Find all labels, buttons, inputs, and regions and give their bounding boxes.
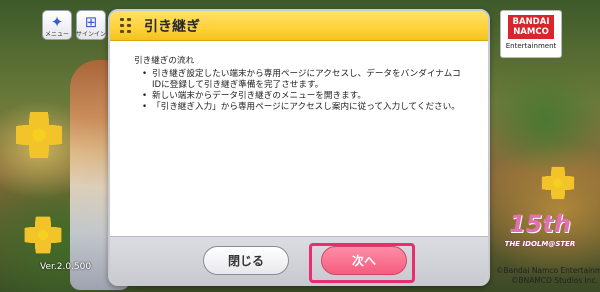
logo-line-1: BANDAI	[512, 17, 550, 27]
dialog-body: 引き継ぎの流れ 引き継ぎ設定したい端末から専用ページにアクセスし、データをバンダ…	[110, 42, 488, 236]
copyright-line: ©BNAMCO Studios Inc.	[510, 276, 598, 285]
drag-handle-icon	[120, 17, 134, 34]
signin-button[interactable]: ⊞ サインイン	[76, 10, 106, 40]
list-item: 「引き継ぎ入力」から専用ページにアクセスし案内に従って入力してください。	[142, 102, 464, 113]
list-item: 引き継ぎ設定したい端末から専用ページにアクセスし、データをバンダイナムコIDに登…	[142, 69, 464, 91]
dialog-footer: 閉じる 次へ	[110, 236, 488, 284]
flower-decoration	[541, 166, 575, 200]
signin-button-label: サインイン	[76, 31, 107, 38]
logo-line-3: Entertainment	[505, 42, 557, 50]
copyright-line: ©Bandai Namco Entertainment Inc.	[496, 266, 600, 275]
anniversary-subtitle: THE IDOLM@STER	[504, 240, 576, 248]
transfer-flow-heading: 引き継ぎの流れ	[134, 56, 195, 66]
next-button[interactable]: 次へ	[321, 246, 407, 275]
gamepad-icon: ⊞	[84, 13, 98, 31]
menu-button-label: メニュー	[44, 31, 69, 38]
menu-button[interactable]: ✦ メニュー	[42, 10, 72, 40]
copyright: ©Bandai Namco Entertainment Inc. ©BNAMCO…	[496, 266, 600, 286]
transfer-steps: 引き継ぎ設定したい端末から専用ページにアクセスし、データをバンダイナムコIDに登…	[134, 69, 464, 113]
transfer-dialog: 引き継ぎ 引き継ぎの流れ 引き継ぎ設定したい端末から専用ページにアクセスし、デー…	[108, 9, 490, 286]
version-label: Ver.2.0.500	[40, 262, 92, 272]
logo-line-2: NAMCO	[513, 27, 549, 37]
flower-decoration	[16, 112, 62, 158]
flower-decoration	[24, 216, 62, 254]
anniversary-mark: 15th	[509, 210, 571, 238]
list-item: 新しい端末からデータ引き継ぎのメニューを開きます。	[142, 91, 464, 102]
butterfly-icon: ✦	[50, 13, 64, 31]
close-button[interactable]: 閉じる	[203, 246, 289, 275]
dialog-title: 引き継ぎ	[144, 18, 200, 35]
bandai-namco-logo: BANDAI NAMCO Entertainment	[500, 10, 562, 58]
dialog-header: 引き継ぎ	[110, 11, 488, 41]
